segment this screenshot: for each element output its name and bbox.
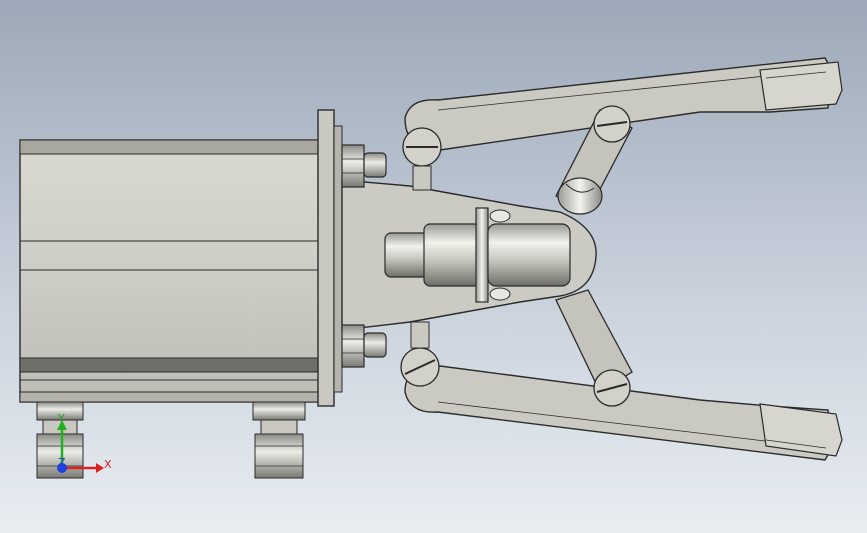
z-axis-label: Z bbox=[58, 456, 66, 469]
pivot-screw-upper-left bbox=[402, 127, 442, 191]
center-pivot-roller bbox=[557, 177, 603, 215]
cad-viewport[interactable]: X Y Z bbox=[0, 0, 867, 533]
cylinder-body bbox=[19, 139, 321, 403]
x-axis-arrowhead bbox=[96, 463, 104, 473]
air-fitting-right bbox=[252, 401, 306, 479]
x-axis-label: X bbox=[104, 458, 112, 471]
hex-nut-lower bbox=[341, 324, 387, 368]
pivot-screw-upper-right bbox=[593, 105, 631, 143]
gripper-model: X Y Z bbox=[19, 57, 843, 479]
mount-flange bbox=[317, 109, 343, 407]
y-axis-label: Y bbox=[57, 412, 65, 425]
pivot-screw-lower-right bbox=[593, 369, 631, 407]
pivot-screw-lower-left bbox=[400, 321, 440, 387]
hex-nut-upper bbox=[341, 144, 387, 188]
